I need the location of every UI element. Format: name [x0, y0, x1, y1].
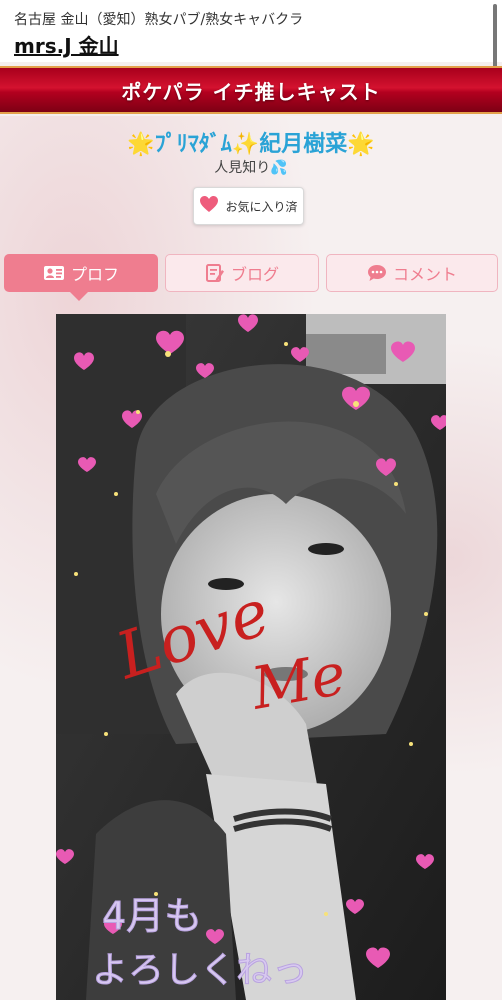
featured-cast-banner: ポケパラ イチ推しキャスト: [0, 66, 502, 114]
header: 名古屋 金山（愛知）熟女パブ/熟女キャバクラ mrs.J 金山: [0, 0, 502, 62]
speech-bubble-icon: [367, 264, 387, 282]
tab-blog[interactable]: ブログ: [165, 254, 319, 292]
banner-title: ポケパラ イチ推しキャスト: [121, 79, 381, 104]
shop-name-link[interactable]: mrs.J 金山: [14, 30, 119, 59]
overlay-greeting-text: よろしくねっ: [92, 950, 308, 991]
star-icon: 🌟: [127, 132, 155, 157]
cast-tagline-text: 人見知り: [214, 160, 271, 176]
tab-profile[interactable]: プロフ: [4, 254, 158, 292]
tab-comment-label: コメント: [392, 265, 457, 284]
area-category-text: 名古屋 金山（愛知）熟女パブ/熟女キャバクラ: [14, 12, 304, 28]
sweat-drops-icon: 💦: [270, 160, 288, 176]
tab-blog-label: ブログ: [230, 265, 279, 284]
cast-photo[interactable]: Love Me 4月も よろしくねっ: [56, 314, 446, 1000]
profile-card-icon: [43, 265, 65, 281]
favorite-button[interactable]: お気に入り済: [193, 187, 304, 225]
tab-comment[interactable]: コメント: [326, 254, 498, 292]
cast-photo-image: Love Me 4月も よろしくねっ: [56, 314, 446, 1000]
cast-name: 🌟ﾌﾟﾘﾏﾀﾞﾑ✨紀月樹菜🌟: [0, 126, 502, 158]
blog-edit-icon: [205, 263, 225, 283]
heart-icon: [199, 195, 219, 217]
favorite-button-label: お気に入り済: [225, 199, 298, 214]
star-icon: 🌟: [347, 132, 375, 157]
active-tab-caret: [70, 292, 88, 301]
tab-profile-label: プロフ: [70, 265, 119, 284]
cast-name-text: ﾌﾟﾘﾏﾀﾞﾑ✨紀月樹菜: [154, 132, 348, 157]
cast-tagline: 人見知り💦: [0, 157, 502, 177]
overlay-april-text: 4月も: [102, 894, 202, 938]
